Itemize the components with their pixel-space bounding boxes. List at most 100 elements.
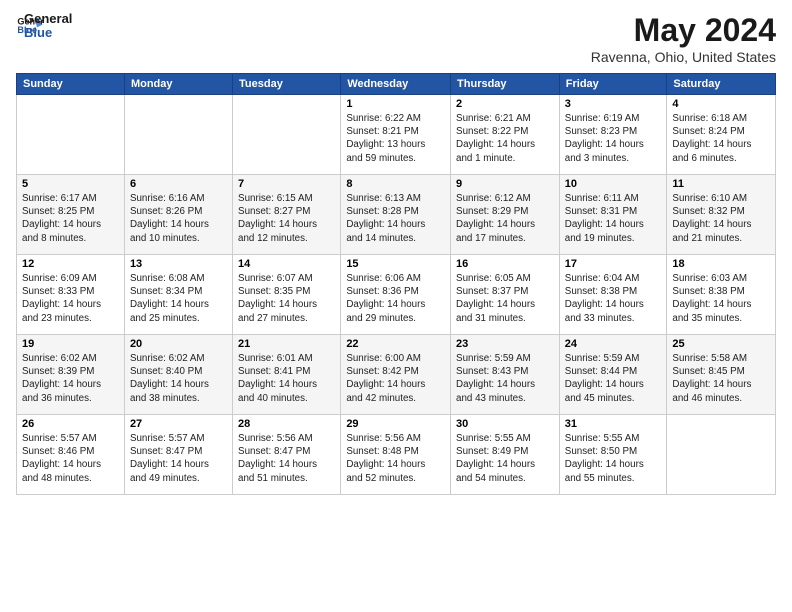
day-info: Sunrise: 6:09 AMSunset: 8:33 PMDaylight:… — [22, 272, 119, 325]
day-number: 15 — [346, 258, 445, 270]
day-info: Sunrise: 6:05 AMSunset: 8:37 PMDaylight:… — [456, 272, 554, 325]
calendar-week-4: 19Sunrise: 6:02 AMSunset: 8:39 PMDayligh… — [17, 335, 776, 415]
calendar-week-1: 1 Sunrise: 6:22 AMSunset: 8:21 PMDaylight… — [17, 95, 776, 175]
calendar-cell: 21Sunrise: 6:01 AMSunset: 8:41 PMDayligh… — [233, 335, 341, 415]
day-number: 25 — [672, 338, 770, 350]
day-info: Sunrise: 6:17 AMSunset: 8:25 PMDaylight:… — [22, 192, 119, 245]
day-number: 28 — [238, 418, 335, 430]
day-info: Sunrise: 5:58 AMSunset: 8:45 PMDaylight:… — [672, 352, 770, 405]
day-info: Sunrise: 6:02 AMSunset: 8:40 PMDaylight:… — [130, 352, 227, 405]
calendar-cell: 18 Sunrise: 6:03 AMSunset: 8:38 PMDayligh… — [667, 255, 776, 335]
day-info: Sunrise: 5:55 AMSunset: 8:49 PMDaylight:… — [456, 432, 554, 485]
calendar-title: May 2024 — [591, 12, 776, 49]
calendar-cell: 17 Sunrise: 6:04 AMSunset: 8:38 PMDayligh… — [559, 255, 667, 335]
calendar-cell: 15Sunrise: 6:06 AMSunset: 8:36 PMDayligh… — [341, 255, 451, 335]
calendar-cell: 16Sunrise: 6:05 AMSunset: 8:37 PMDayligh… — [451, 255, 560, 335]
day-number: 9 — [456, 178, 554, 190]
col-monday: Monday — [124, 74, 232, 95]
col-wednesday: Wednesday — [341, 74, 451, 95]
day-number: 13 — [130, 258, 227, 270]
day-number: 1 — [346, 98, 445, 110]
col-friday: Friday — [559, 74, 667, 95]
day-number: 11 — [672, 178, 770, 190]
day-info: Sunrise: 6:11 AMSunset: 8:31 PMDaylight:… — [565, 192, 662, 245]
day-number: 2 — [456, 98, 554, 110]
day-number: 4 — [672, 98, 770, 110]
day-info: Sunrise: 5:57 AMSunset: 8:46 PMDaylight:… — [22, 432, 119, 485]
logo-line2: Blue — [24, 26, 72, 40]
calendar-cell — [124, 95, 232, 175]
calendar-cell: 19Sunrise: 6:02 AMSunset: 8:39 PMDayligh… — [17, 335, 125, 415]
calendar-cell: 9 Sunrise: 6:12 AMSunset: 8:29 PMDaylight… — [451, 175, 560, 255]
day-info: Sunrise: 6:12 AMSunset: 8:29 PMDaylight:… — [456, 192, 554, 245]
calendar-cell: 7 Sunrise: 6:15 AMSunset: 8:27 PMDaylight… — [233, 175, 341, 255]
page: General Blue General Blue May 2024 Raven… — [0, 0, 792, 612]
col-saturday: Saturday — [667, 74, 776, 95]
day-info: Sunrise: 6:01 AMSunset: 8:41 PMDaylight:… — [238, 352, 335, 405]
day-number: 10 — [565, 178, 662, 190]
day-info: Sunrise: 6:13 AMSunset: 8:28 PMDaylight:… — [346, 192, 445, 245]
calendar-cell: 29Sunrise: 5:56 AMSunset: 8:48 PMDayligh… — [341, 415, 451, 495]
day-number: 6 — [130, 178, 227, 190]
calendar-cell: 30 Sunrise: 5:55 AMSunset: 8:49 PMDayligh… — [451, 415, 560, 495]
calendar-cell — [233, 95, 341, 175]
calendar-cell: 1 Sunrise: 6:22 AMSunset: 8:21 PMDaylight… — [341, 95, 451, 175]
calendar-cell — [667, 415, 776, 495]
calendar-cell: 13 Sunrise: 6:08 AMSunset: 8:34 PMDayligh… — [124, 255, 232, 335]
day-info: Sunrise: 6:04 AMSunset: 8:38 PMDaylight:… — [565, 272, 662, 325]
calendar-cell: 11 Sunrise: 6:10 AMSunset: 8:32 PMDayligh… — [667, 175, 776, 255]
day-info: Sunrise: 5:56 AMSunset: 8:47 PMDaylight:… — [238, 432, 335, 485]
calendar-cell: 20Sunrise: 6:02 AMSunset: 8:40 PMDayligh… — [124, 335, 232, 415]
calendar-cell: 2Sunrise: 6:21 AMSunset: 8:22 PMDaylight… — [451, 95, 560, 175]
day-number: 26 — [22, 418, 119, 430]
title-block: May 2024 Ravenna, Ohio, United States — [591, 12, 776, 65]
calendar-cell: 28 Sunrise: 5:56 AMSunset: 8:47 PMDayligh… — [233, 415, 341, 495]
day-info: Sunrise: 6:00 AMSunset: 8:42 PMDaylight:… — [346, 352, 445, 405]
day-number: 7 — [238, 178, 335, 190]
col-sunday: Sunday — [17, 74, 125, 95]
day-number: 22 — [346, 338, 445, 350]
calendar-week-5: 26 Sunrise: 5:57 AMSunset: 8:46 PMDayligh… — [17, 415, 776, 495]
day-number: 8 — [346, 178, 445, 190]
day-info: Sunrise: 5:59 AMSunset: 8:43 PMDaylight:… — [456, 352, 554, 405]
col-tuesday: Tuesday — [233, 74, 341, 95]
day-info: Sunrise: 6:03 AMSunset: 8:38 PMDaylight:… — [672, 272, 770, 325]
day-number: 5 — [22, 178, 119, 190]
calendar-week-3: 12 Sunrise: 6:09 AMSunset: 8:33 PMDayligh… — [17, 255, 776, 335]
day-number: 17 — [565, 258, 662, 270]
calendar-cell: 6Sunrise: 6:16 AMSunset: 8:26 PMDaylight… — [124, 175, 232, 255]
logo: General Blue General Blue — [16, 12, 72, 41]
calendar-table: Sunday Monday Tuesday Wednesday Thursday… — [16, 73, 776, 495]
calendar-cell: 31 Sunrise: 5:55 AMSunset: 8:50 PMDayligh… — [559, 415, 667, 495]
calendar-cell: 12 Sunrise: 6:09 AMSunset: 8:33 PMDayligh… — [17, 255, 125, 335]
calendar-cell: 27Sunrise: 5:57 AMSunset: 8:47 PMDayligh… — [124, 415, 232, 495]
calendar-cell: 22 Sunrise: 6:00 AMSunset: 8:42 PMDayligh… — [341, 335, 451, 415]
calendar-cell: 3 Sunrise: 6:19 AMSunset: 8:23 PMDaylight… — [559, 95, 667, 175]
day-info: Sunrise: 5:59 AMSunset: 8:44 PMDaylight:… — [565, 352, 662, 405]
day-number: 18 — [672, 258, 770, 270]
calendar-cell: 25 Sunrise: 5:58 AMSunset: 8:45 PMDayligh… — [667, 335, 776, 415]
day-number: 30 — [456, 418, 554, 430]
day-info: Sunrise: 6:10 AMSunset: 8:32 PMDaylight:… — [672, 192, 770, 245]
day-info: Sunrise: 6:08 AMSunset: 8:34 PMDaylight:… — [130, 272, 227, 325]
day-info: Sunrise: 6:15 AMSunset: 8:27 PMDaylight:… — [238, 192, 335, 245]
day-info: Sunrise: 6:18 AMSunset: 8:24 PMDaylight:… — [672, 112, 770, 165]
day-number: 24 — [565, 338, 662, 350]
logo-line1: General — [24, 12, 72, 26]
day-number: 23 — [456, 338, 554, 350]
calendar-header-row: Sunday Monday Tuesday Wednesday Thursday… — [17, 74, 776, 95]
calendar-cell: 14 Sunrise: 6:07 AMSunset: 8:35 PMDayligh… — [233, 255, 341, 335]
day-number: 12 — [22, 258, 119, 270]
day-info: Sunrise: 6:19 AMSunset: 8:23 PMDaylight:… — [565, 112, 662, 165]
day-info: Sunrise: 6:07 AMSunset: 8:35 PMDaylight:… — [238, 272, 335, 325]
day-number: 31 — [565, 418, 662, 430]
day-number: 14 — [238, 258, 335, 270]
calendar-cell: 10 Sunrise: 6:11 AMSunset: 8:31 PMDayligh… — [559, 175, 667, 255]
day-info: Sunrise: 5:56 AMSunset: 8:48 PMDaylight:… — [346, 432, 445, 485]
col-thursday: Thursday — [451, 74, 560, 95]
day-info: Sunrise: 6:22 AMSunset: 8:21 PMDaylight:… — [346, 112, 445, 165]
day-info: Sunrise: 5:55 AMSunset: 8:50 PMDaylight:… — [565, 432, 662, 485]
calendar-cell: 24 Sunrise: 5:59 AMSunset: 8:44 PMDayligh… — [559, 335, 667, 415]
day-number: 3 — [565, 98, 662, 110]
calendar-subtitle: Ravenna, Ohio, United States — [591, 49, 776, 65]
